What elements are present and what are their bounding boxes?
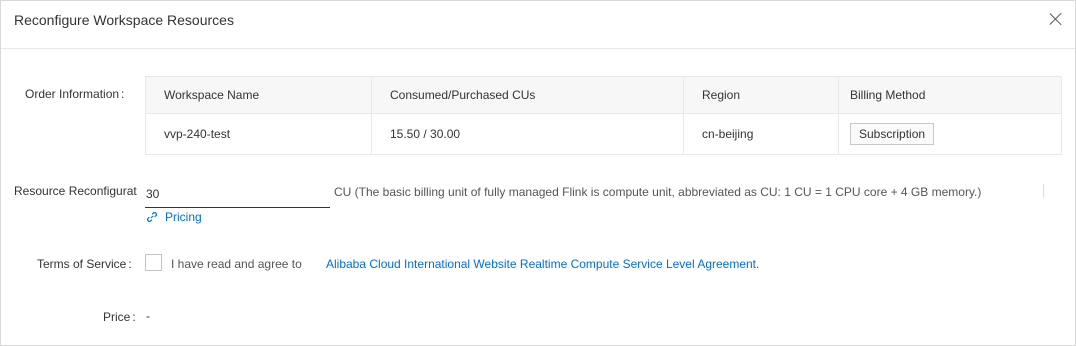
region-cell: cn-beijing: [684, 114, 839, 154]
order-information-label: Order Information:: [25, 86, 124, 102]
close-icon[interactable]: [1049, 12, 1063, 26]
workspace-name-cell: vvp-240-test: [146, 114, 372, 154]
order-table: Workspace Name Consumed/Purchased CUs Re…: [145, 76, 1062, 155]
terms-of-service-label-text: Terms of Service: [37, 257, 127, 271]
billing-method-cell: Subscription: [839, 114, 1061, 154]
price-value: -: [146, 309, 150, 323]
billing-method-badge: Subscription: [850, 123, 935, 145]
dialog-title: Reconfigure Workspace Resources: [14, 12, 234, 28]
price-label: Price:: [103, 309, 136, 325]
table-header-row: Workspace Name Consumed/Purchased CUs Re…: [146, 77, 1061, 114]
cus-cell: 15.50 / 30.00: [372, 114, 684, 154]
column-header-cus: Consumed/Purchased CUs: [372, 77, 684, 113]
pricing-link-text: Pricing: [165, 210, 202, 224]
dialog-header: Reconfigure Workspace Resources: [1, 1, 1075, 49]
column-header-workspace-name: Workspace Name: [146, 77, 372, 113]
price-colon: :: [132, 310, 136, 324]
price-label-text: Price: [103, 310, 131, 324]
cu-input-wrapper: [145, 181, 330, 208]
column-header-region: Region: [684, 77, 839, 113]
column-header-billing-method: Billing Method: [850, 88, 926, 102]
table-row: vvp-240-test 15.50 / 30.00 cn-beijing Su…: [146, 114, 1061, 154]
resource-reconfiguration-label: Resource Reconfigurat: [14, 184, 137, 198]
pricing-link[interactable]: Pricing: [146, 210, 202, 224]
cu-unit-note: CU (The basic billing unit of fully mana…: [334, 185, 982, 199]
terms-of-service-colon: :: [128, 257, 132, 271]
cu-input[interactable]: [145, 181, 330, 207]
order-information-label-text: Order Information: [25, 87, 120, 101]
unit-divider: [1043, 184, 1044, 198]
link-icon: [147, 212, 157, 222]
terms-of-service-label: Terms of Service:: [37, 256, 132, 272]
terms-agree-text: I have read and agree to: [171, 257, 302, 271]
order-information-colon: :: [121, 87, 125, 101]
sla-agreement-link[interactable]: Alibaba Cloud International Website Real…: [326, 256, 759, 272]
reconfigure-dialog: Reconfigure Workspace Resources Order In…: [0, 0, 1076, 346]
terms-checkbox[interactable]: [145, 254, 162, 271]
